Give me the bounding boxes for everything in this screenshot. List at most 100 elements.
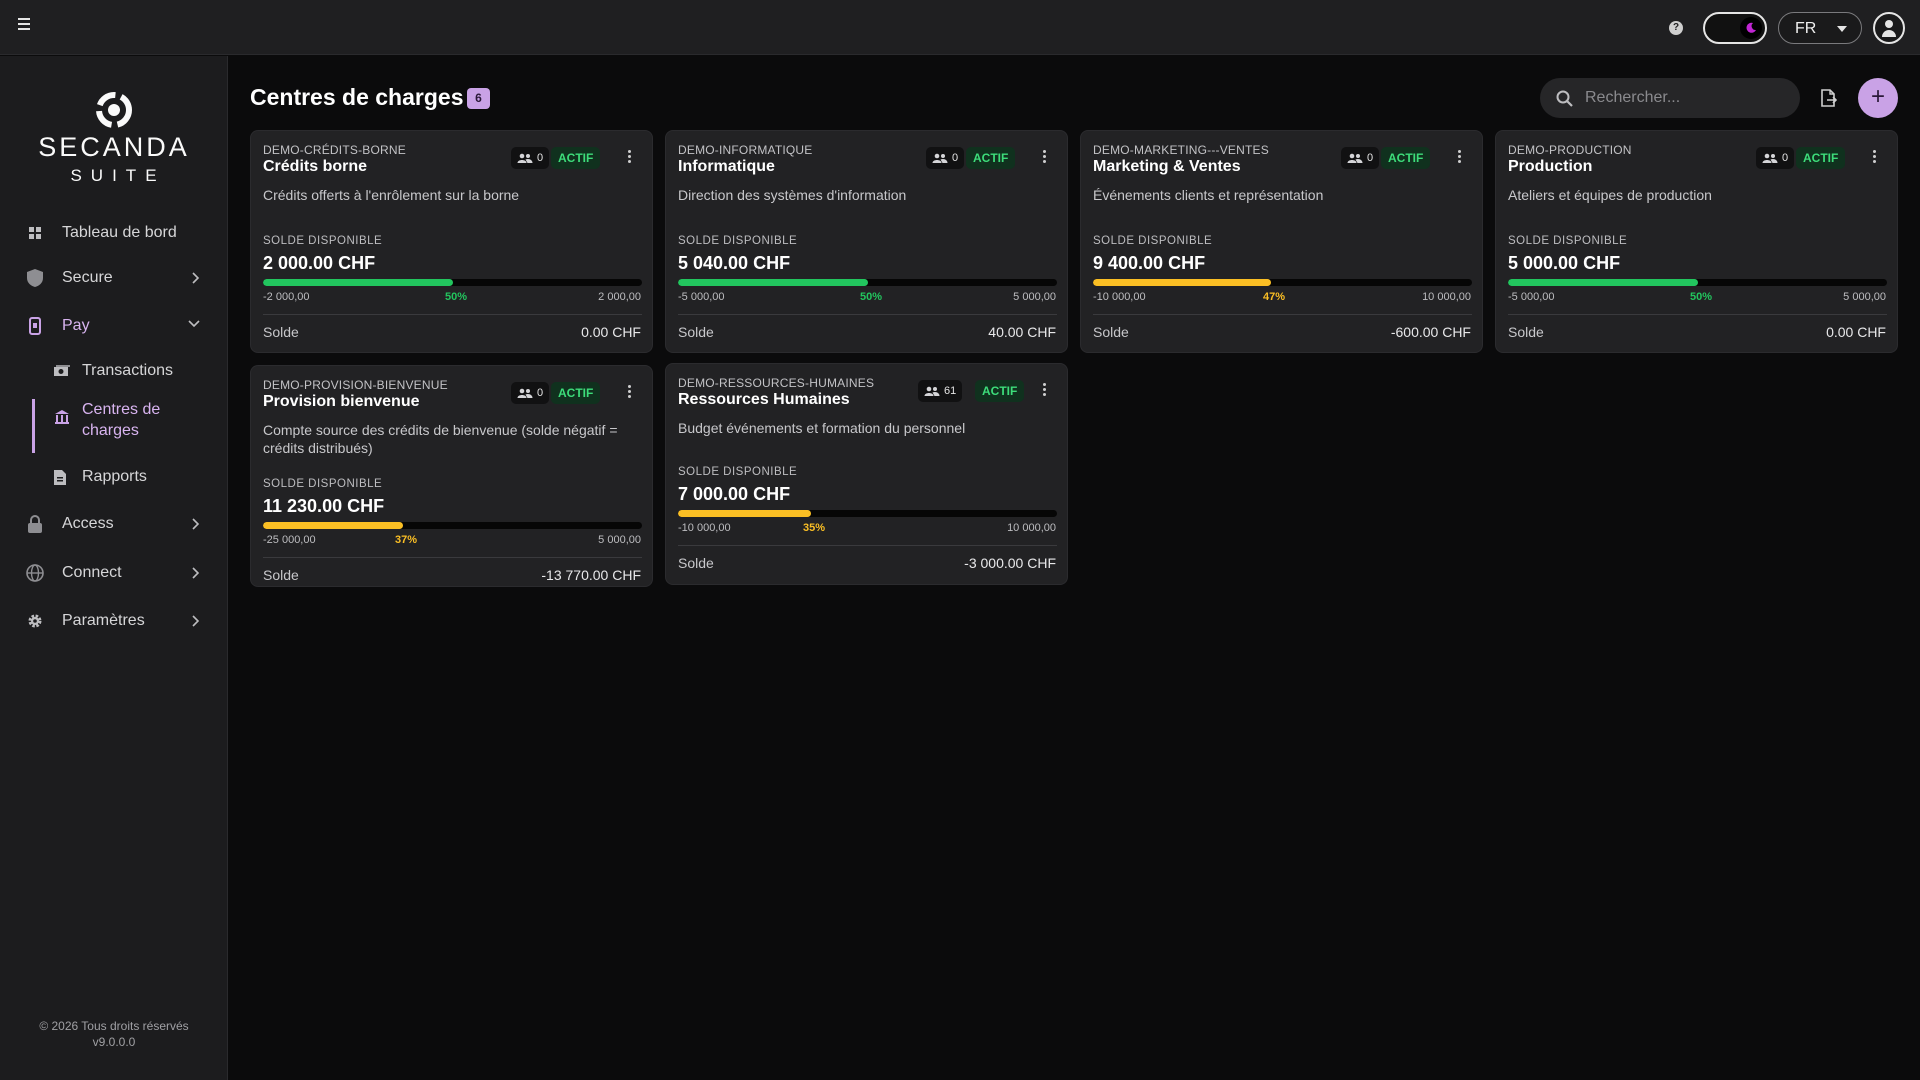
status-badge: ACTIF bbox=[551, 147, 601, 169]
more-options-icon[interactable] bbox=[1873, 150, 1877, 165]
help-icon[interactable]: ? bbox=[1669, 21, 1683, 35]
card-description: Direction des systèmes d'information bbox=[678, 187, 907, 203]
sidebar-item-label: Pay bbox=[62, 317, 90, 334]
sidebar-item-transactions[interactable]: Transactions bbox=[32, 362, 228, 380]
sidebar-item-connect[interactable]: Connect bbox=[0, 555, 228, 591]
range-min: -10 000,00 bbox=[1093, 291, 1146, 303]
lock-icon bbox=[26, 515, 44, 533]
more-options-icon[interactable] bbox=[1458, 150, 1462, 165]
more-options-icon[interactable] bbox=[1043, 383, 1047, 398]
cost-center-card[interactable]: DEMO-INFORMATIQUE Informatique 0 ACTIF Direc… bbox=[665, 130, 1068, 353]
export-icon[interactable] bbox=[1821, 89, 1837, 107]
money-icon bbox=[54, 364, 70, 380]
sidebar-item-access[interactable]: Access bbox=[0, 506, 228, 542]
balance-label: Solde bbox=[678, 324, 714, 340]
more-options-icon[interactable] bbox=[628, 150, 632, 165]
balance-label: Solde bbox=[263, 567, 299, 583]
sidebar-item-secure[interactable]: Secure bbox=[0, 260, 228, 296]
card-divider bbox=[678, 545, 1057, 546]
range-min: -5 000,00 bbox=[1508, 291, 1555, 303]
available-label: SOLDE DISPONIBLE bbox=[263, 478, 383, 490]
balance-label: Solde bbox=[678, 555, 714, 571]
available-label: SOLDE DISPONIBLE bbox=[263, 235, 383, 247]
status-badge: ACTIF bbox=[966, 147, 1016, 169]
sidebar-item-label: Transactions bbox=[82, 362, 173, 379]
balance-value: -600.00 CHF bbox=[1390, 324, 1471, 340]
balance-label: Solde bbox=[1093, 324, 1129, 340]
balance-value: -13 770.00 CHF bbox=[541, 567, 641, 583]
sidebar-item-dashboard[interactable]: Tableau de bord bbox=[0, 215, 228, 251]
range-min: -2 000,00 bbox=[263, 291, 310, 303]
range-max: 2 000,00 bbox=[598, 291, 641, 303]
search-input[interactable] bbox=[1540, 78, 1800, 118]
chevron-down-icon bbox=[1837, 26, 1847, 32]
card-name: Provision bienvenue bbox=[263, 393, 420, 410]
menu-icon[interactable] bbox=[18, 18, 32, 36]
sidebar-item-cost-centers[interactable]: Centres de charges bbox=[32, 399, 228, 453]
card-description: Événements clients et représentation bbox=[1093, 187, 1324, 203]
report-icon bbox=[54, 470, 70, 486]
available-value: 11 230.00 CHF bbox=[263, 496, 385, 516]
user-icon bbox=[1885, 20, 1893, 28]
theme-toggle[interactable] bbox=[1703, 12, 1767, 44]
cost-center-card[interactable]: DEMO-CRÉDITS-BORNE Crédits borne 0 ACTIF Cré… bbox=[250, 130, 653, 353]
sidebar-item-label: Secure bbox=[62, 269, 113, 286]
range-min: -25 000,00 bbox=[263, 534, 316, 546]
card-name: Production bbox=[1508, 158, 1593, 175]
available-value: 9 400.00 CHF bbox=[1093, 253, 1206, 273]
secanda-logo-icon bbox=[96, 92, 132, 128]
card-name: Informatique bbox=[678, 158, 775, 175]
cost-center-card[interactable]: DEMO-PROVISION-BIENVENUE Provision bienve… bbox=[250, 365, 653, 587]
card-description: Crédits offerts à l'enrôlement sur la bo… bbox=[263, 187, 520, 203]
progress-fill bbox=[678, 510, 811, 517]
progress-fill bbox=[263, 522, 403, 529]
cost-center-card[interactable]: DEMO-PRODUCTION Production 0 ACTIF Ateliers … bbox=[1495, 130, 1898, 353]
cost-center-card[interactable]: DEMO-RESSOURCES-HUMAINES Ressources Humai… bbox=[665, 363, 1068, 585]
user-avatar-button[interactable] bbox=[1873, 12, 1905, 44]
sidebar-footer: © 2026 Tous droits réservés v9.0.0.0 bbox=[0, 1018, 228, 1050]
people-icon bbox=[517, 388, 533, 398]
count-badge: 6 bbox=[467, 88, 490, 109]
card-name: Ressources Humaines bbox=[678, 391, 850, 408]
progress-percent: 47% bbox=[1263, 291, 1286, 303]
card-code: DEMO-RESSOURCES-HUMAINES bbox=[678, 376, 875, 390]
search-icon bbox=[1556, 90, 1573, 107]
sidebar-item-settings[interactable]: Paramètres bbox=[0, 603, 228, 639]
add-button[interactable]: + bbox=[1858, 78, 1898, 118]
balance-progress-bar bbox=[263, 522, 642, 529]
more-options-icon[interactable] bbox=[628, 385, 632, 400]
sidebar-item-label: Rapports bbox=[82, 468, 147, 485]
card-description: Ateliers et équipes de production bbox=[1508, 187, 1712, 203]
language-value: FR bbox=[1795, 20, 1817, 37]
card-divider bbox=[1093, 314, 1472, 315]
members-badge: 61 bbox=[918, 380, 963, 402]
people-icon bbox=[517, 153, 533, 163]
balance-progress-bar bbox=[1508, 279, 1887, 286]
available-value: 5 040.00 CHF bbox=[678, 253, 791, 273]
range-max: 5 000,00 bbox=[1013, 291, 1056, 303]
card-description: Budget événements et formation du person… bbox=[678, 420, 966, 436]
version-text: v9.0.0.0 bbox=[92, 1035, 136, 1049]
range-max: 5 000,00 bbox=[598, 534, 641, 546]
status-badge: ACTIF bbox=[1796, 147, 1846, 169]
progress-fill bbox=[1093, 279, 1271, 286]
cost-center-card[interactable]: DEMO-MARKETING---VENTES Marketing & Vente… bbox=[1080, 130, 1483, 353]
sidebar-item-reports[interactable]: Rapports bbox=[32, 468, 228, 486]
available-value: 2 000.00 CHF bbox=[263, 253, 376, 273]
sidebar-item-pay[interactable]: Pay bbox=[0, 308, 228, 344]
card-description: Compte source des crédits de bienvenue (… bbox=[263, 422, 618, 456]
range-min: -10 000,00 bbox=[678, 522, 731, 534]
phone-pay-icon bbox=[26, 317, 44, 335]
gear-icon bbox=[26, 612, 44, 630]
brand-logo: SECANDA SUITE bbox=[0, 90, 228, 186]
members-count: 61 bbox=[944, 385, 957, 397]
card-divider bbox=[678, 314, 1057, 315]
chevron-right-icon bbox=[192, 567, 200, 579]
members-badge: 0 bbox=[511, 382, 550, 404]
language-select[interactable]: FR bbox=[1778, 12, 1862, 44]
available-label: SOLDE DISPONIBLE bbox=[1508, 235, 1628, 247]
members-count: 0 bbox=[952, 152, 959, 164]
card-name: Marketing & Ventes bbox=[1093, 158, 1241, 175]
more-options-icon[interactable] bbox=[1043, 150, 1047, 165]
sidebar-item-label: Connect bbox=[62, 564, 122, 581]
